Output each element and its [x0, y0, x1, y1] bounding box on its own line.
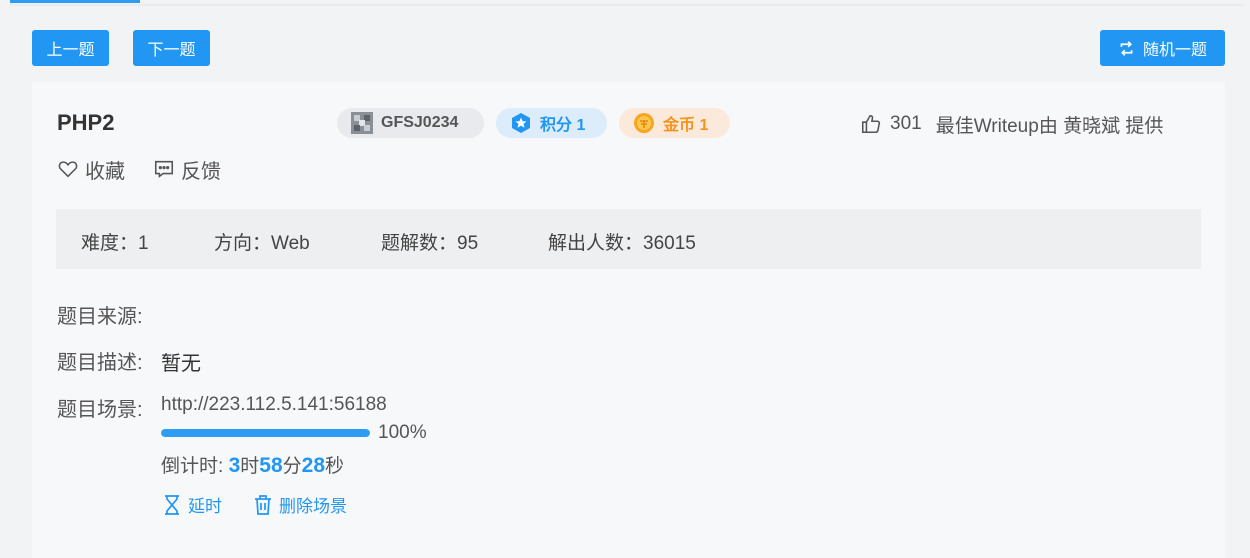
star-icon [512, 113, 530, 133]
random-challenge-button[interactable]: 随机一题 [1100, 30, 1225, 66]
scene-progress-bar [161, 429, 370, 437]
random-button-label: 随机一题 [1142, 42, 1207, 59]
scene-label: 题目场景: [57, 399, 143, 421]
avatar-icon [351, 112, 373, 134]
source-label: 题目来源: [57, 306, 143, 328]
scene-progress-text: 100% [378, 422, 427, 443]
description-label: 题目描述: [57, 352, 143, 374]
likes-area: 301 最佳Writeup由 黄晓斌 提供 [860, 110, 1163, 138]
chat-icon [154, 160, 174, 178]
solves-stat: 题解数：95 [381, 233, 479, 254]
challenge-id: GFSJ0234 [381, 114, 459, 131]
hourglass-icon [165, 494, 179, 515]
coin-value: 金币 1 [663, 117, 709, 134]
challenge-id-tag: GFSJ0234 [337, 108, 484, 138]
scene-url[interactable]: http://223.112.5.141:56188 [161, 394, 387, 416]
score-value: 积分 1 [540, 117, 586, 134]
countdown-prefix: 倒计时: [161, 456, 229, 477]
unit-hours: 时 [240, 456, 260, 477]
challenge-card: PHP2 GFSJ0234 积分 1 金币 1 301 最佳Writeup由 黄… [32, 82, 1225, 558]
unit-seconds: 秒 [325, 456, 345, 477]
thumbs-up-icon[interactable] [860, 113, 882, 135]
unit-minutes: 分 [282, 456, 302, 477]
scene-progress-fill [161, 429, 370, 437]
next-challenge-button[interactable]: 下一题 [133, 30, 210, 66]
favorite-button[interactable]: 收藏 [57, 156, 125, 183]
prev-challenge-button[interactable]: 上一题 [32, 30, 109, 66]
challenge-title: PHP2 [57, 110, 115, 135]
shuffle-icon [1120, 40, 1133, 56]
direction-stat: 方向：Web [214, 233, 310, 254]
score-tag: 积分 1 [496, 108, 607, 138]
feedback-label: 反馈 [181, 160, 221, 183]
countdown-hours: 3 [228, 454, 241, 477]
extend-time-button[interactable]: 延时 [162, 492, 222, 517]
feedback-button[interactable]: 反馈 [153, 156, 221, 183]
like-count: 301 [890, 113, 922, 134]
solvers-stat: 解出人数：36015 [548, 233, 696, 254]
active-tab-indicator [10, 0, 140, 3]
best-writeup-credit[interactable]: 最佳Writeup由 黄晓斌 提供 [936, 111, 1164, 138]
difficulty-stat: 难度：1 [81, 233, 149, 254]
description-value: 暂无 [161, 353, 201, 375]
heart-icon [58, 161, 78, 178]
stats-bar: 难度：1 方向：Web 题解数：95 解出人数：36015 [56, 209, 1201, 269]
top-strip [10, 4, 1244, 6]
coin-icon [634, 113, 654, 133]
trash-icon [255, 494, 271, 515]
extend-label: 延时 [188, 497, 222, 516]
countdown: 倒计时: 3时58分28秒 [161, 451, 344, 478]
countdown-minutes: 58 [259, 454, 283, 477]
favorite-label: 收藏 [85, 160, 125, 183]
countdown-seconds: 28 [301, 454, 325, 477]
coin-tag: 金币 1 [619, 108, 730, 138]
delete-scene-label: 删除场景 [279, 497, 347, 516]
delete-scene-button[interactable]: 删除场景 [253, 492, 347, 517]
